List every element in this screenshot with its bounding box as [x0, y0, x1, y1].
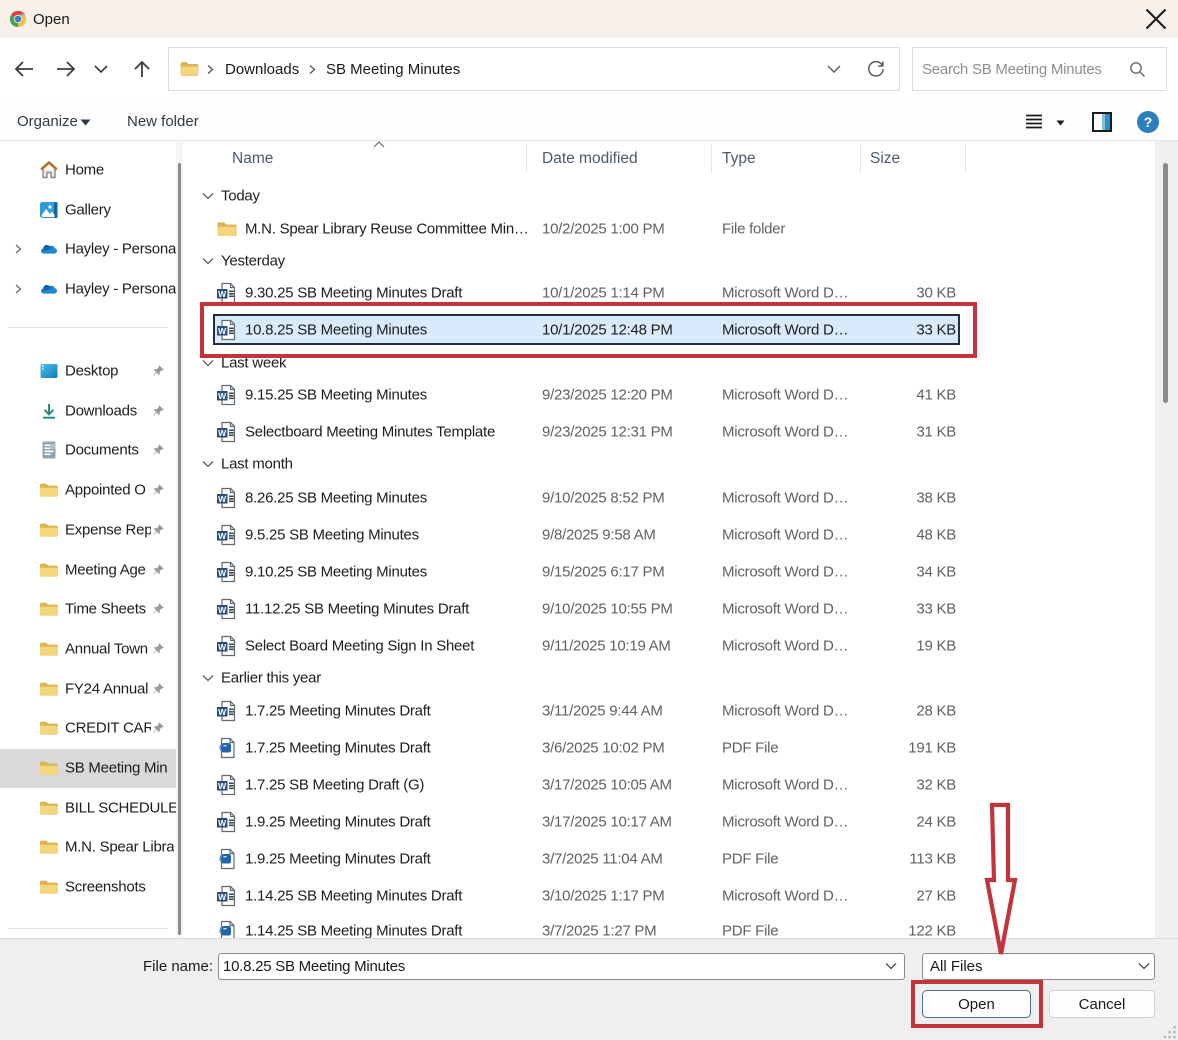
svg-text:W: W: [218, 707, 227, 717]
svg-text:W: W: [218, 493, 227, 503]
svg-text:W: W: [218, 605, 227, 615]
svg-text:W: W: [218, 642, 227, 652]
svg-text:?: ?: [1144, 114, 1153, 130]
svg-text:W: W: [218, 892, 227, 902]
svg-text:W: W: [218, 427, 227, 437]
svg-text:W: W: [218, 531, 227, 541]
svg-text:W: W: [218, 818, 227, 828]
svg-text:W: W: [218, 289, 227, 299]
svg-text:W: W: [218, 568, 227, 578]
svg-text:W: W: [218, 391, 227, 401]
svg-text:W: W: [218, 781, 227, 791]
